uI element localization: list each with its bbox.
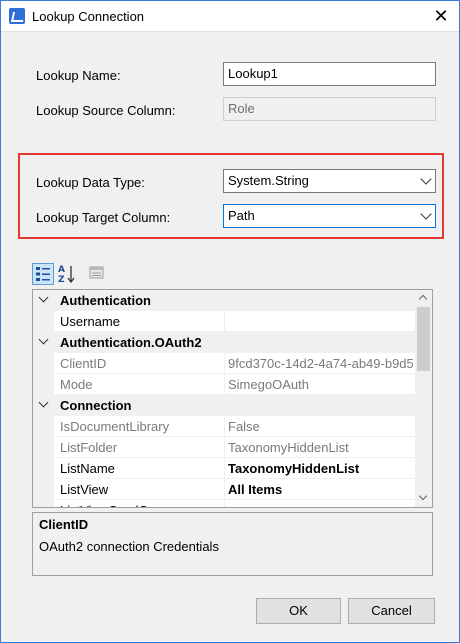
column-divider[interactable] — [224, 458, 225, 479]
property-pages-icon — [89, 266, 104, 279]
lookup-name-input[interactable]: Lookup1 — [223, 62, 436, 86]
cancel-button[interactable]: Cancel — [348, 598, 435, 624]
property-name: ListViewCamlQ — [60, 503, 149, 507]
lookup-source-column-field: Role — [223, 97, 436, 121]
lookup-target-column-label: Lookup Target Column: — [36, 210, 171, 225]
grid-property-row[interactable]: ListView All Items — [33, 479, 415, 500]
property-name: ListView — [60, 482, 109, 497]
category-name: Authentication — [60, 293, 151, 308]
grid-property-row[interactable]: Username — [33, 311, 415, 332]
window-title: Lookup Connection — [32, 9, 145, 24]
category-name: Authentication.OAuth2 — [60, 335, 202, 350]
row-gutter — [33, 353, 54, 374]
property-name: IsDocumentLibrary — [60, 419, 170, 434]
column-divider[interactable] — [224, 416, 225, 437]
row-gutter — [33, 374, 54, 395]
scroll-up-icon[interactable] — [418, 294, 428, 304]
property-help-panel: ClientID OAuth2 connection Credentials — [32, 512, 433, 576]
chevron-down-icon[interactable] — [38, 397, 49, 408]
lookup-data-type-label: Lookup Data Type: — [36, 175, 145, 190]
column-divider[interactable] — [224, 311, 225, 332]
property-value[interactable]: TaxonomyHiddenList — [228, 440, 414, 455]
grid-property-row[interactable]: ListFolder TaxonomyHiddenList — [33, 437, 415, 458]
column-divider[interactable] — [224, 374, 225, 395]
category-name: Connection — [60, 398, 132, 413]
chevron-down-icon[interactable] — [38, 292, 49, 303]
property-grid[interactable]: Authentication Username Authentication.OAu… — [32, 289, 433, 508]
property-pages-button[interactable] — [86, 263, 108, 285]
ok-button[interactable]: OK — [256, 598, 341, 624]
column-divider[interactable] — [224, 353, 225, 374]
property-value[interactable]: All Items — [228, 482, 414, 497]
property-name: ListName — [60, 461, 115, 476]
grid-property-row[interactable]: ClientID 9fcd370c-14d2-4a74-ab49-b9d5 — [33, 353, 415, 374]
grid-property-row[interactable]: Mode SimegoOAuth — [33, 374, 415, 395]
scroll-down-icon[interactable] — [418, 491, 428, 501]
property-value[interactable]: 9fcd370c-14d2-4a74-ab49-b9d5 — [228, 356, 414, 371]
chevron-down-icon[interactable] — [38, 334, 49, 345]
property-value[interactable]: False — [228, 419, 414, 434]
close-button[interactable]: ✕ — [423, 1, 459, 32]
row-gutter — [33, 458, 54, 479]
title-bar[interactable]: Lookup Connection ✕ — [1, 1, 459, 32]
property-name: ClientID — [60, 356, 107, 371]
property-grid-scrollbar[interactable] — [415, 290, 432, 507]
lookup-source-column-label: Lookup Source Column: — [36, 103, 176, 118]
app-icon — [9, 8, 25, 24]
column-divider[interactable] — [224, 500, 225, 507]
property-name: Mode — [60, 377, 93, 392]
lookup-connection-dialog: Lookup Connection ✕ Lookup Name: Lookup1… — [0, 0, 460, 643]
alphabetical-button[interactable]: A Z — [57, 263, 79, 285]
property-value[interactable]: SimegoOAuth — [228, 377, 414, 392]
column-divider[interactable] — [224, 479, 225, 500]
svg-text:Z: Z — [58, 275, 65, 285]
property-value[interactable]: TaxonomyHiddenList — [228, 461, 414, 476]
row-gutter — [33, 416, 54, 437]
help-description: OAuth2 connection Credentials — [39, 539, 219, 554]
row-gutter — [33, 500, 54, 507]
lookup-target-column-select[interactable]: Path — [223, 204, 436, 228]
property-name: ListFolder — [60, 440, 118, 455]
row-gutter — [33, 479, 54, 500]
grid-category-row[interactable]: Authentication.OAuth2 — [33, 332, 415, 353]
help-title: ClientID — [39, 517, 89, 532]
grid-property-row[interactable]: ListViewCamlQ — [33, 500, 415, 507]
sort-alphabetical-icon: A Z — [58, 265, 75, 285]
lookup-data-type-select[interactable]: System.String — [223, 169, 436, 193]
svg-text:A: A — [58, 265, 65, 275]
chevron-down-icon — [420, 173, 432, 185]
row-gutter — [33, 437, 54, 458]
grid-property-row[interactable]: IsDocumentLibrary False — [33, 416, 415, 437]
categorized-button[interactable] — [32, 263, 54, 285]
grid-category-row[interactable]: Connection — [33, 395, 415, 416]
column-divider[interactable] — [224, 437, 225, 458]
grid-category-row[interactable]: Authentication — [33, 290, 415, 311]
lookup-data-type-value: System.String — [228, 173, 309, 188]
lookup-target-column-value: Path — [228, 208, 255, 223]
row-gutter — [33, 311, 54, 332]
scroll-thumb[interactable] — [417, 307, 430, 371]
categorized-view-icon — [36, 267, 50, 281]
chevron-down-icon — [420, 208, 432, 220]
lookup-name-label: Lookup Name: — [36, 68, 121, 83]
property-name: Username — [60, 314, 120, 329]
grid-property-row[interactable]: ListName TaxonomyHiddenList — [33, 458, 415, 479]
